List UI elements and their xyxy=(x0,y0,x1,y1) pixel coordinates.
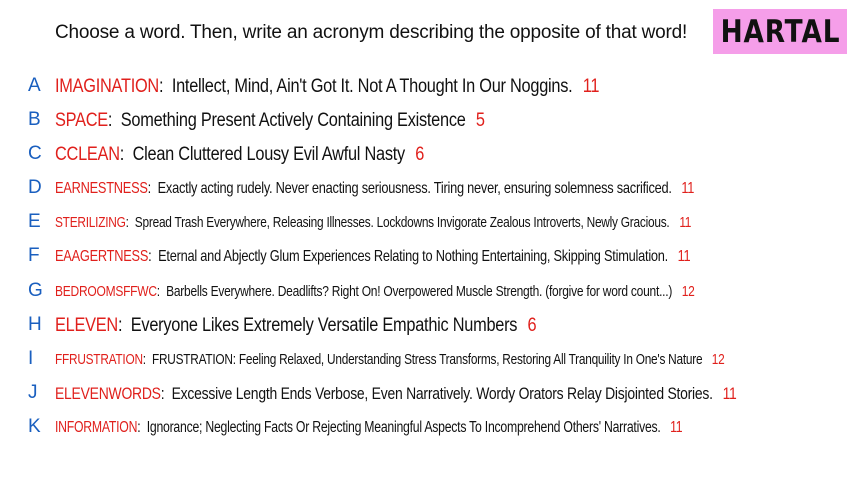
entry-content: ELEVEN: Everyone Likes Extremely Versati… xyxy=(55,315,537,337)
entry-separator: : xyxy=(160,384,172,404)
entry-acronym: Eternal and Abjectly Glum Experiences Re… xyxy=(158,247,669,265)
entry-word-count: 12 xyxy=(681,283,695,301)
entry-separator: : xyxy=(125,214,135,231)
entry-word: EARNESTNESS xyxy=(55,179,148,197)
entry-acronym: Excessive Length Ends Verbose, Even Narr… xyxy=(171,384,713,404)
entry-row: G BEDROOMSFFWC: Barbells Everywhere. Dead… xyxy=(0,278,853,306)
entry-row: D EARNESTNESS: Exactly acting rudely. Nev… xyxy=(0,175,853,203)
entry-row: I FFRUSTRATION: FRUSTRATION: Feeling Rela… xyxy=(0,346,853,374)
entry-word: IMAGINATION xyxy=(55,76,159,98)
entry-separator: : xyxy=(107,110,121,132)
entry-letter: I xyxy=(28,348,34,369)
entry-letter: K xyxy=(28,416,41,437)
entry-acronym: Ignorance; Neglecting Facts Or Rejecting… xyxy=(146,419,661,437)
hartal-logo: HARTAL xyxy=(713,9,847,54)
entry-letter: E xyxy=(28,211,41,232)
entry-letter: B xyxy=(28,109,41,130)
entry-letter: C xyxy=(28,143,42,164)
entry-word-count: 11 xyxy=(722,384,737,404)
entry-content: ELEVENWORDS: Excessive Length Ends Verbo… xyxy=(55,384,737,404)
entry-letter: J xyxy=(28,382,38,403)
entry-content: SPACE: Something Present Actively Contai… xyxy=(55,110,485,132)
entry-word-count: 6 xyxy=(415,144,425,166)
entry-word: BEDROOMSFFWC xyxy=(55,283,157,301)
entry-word-count: 11 xyxy=(582,76,600,98)
entry-letter: F xyxy=(28,245,40,266)
entry-row: H ELEVEN: Everyone Likes Extremely Versat… xyxy=(0,312,853,340)
entry-row: A IMAGINATION: Intellect, Mind, Ain't Got… xyxy=(0,73,853,101)
entry-word-count: 5 xyxy=(475,110,485,132)
prompt-text: Choose a word. Then, write an acronym de… xyxy=(55,22,688,43)
entry-word: STERILIZING xyxy=(55,214,126,231)
entry-separator: : xyxy=(156,283,167,301)
entry-row: J ELEVENWORDS: Excessive Length Ends Verb… xyxy=(0,380,853,408)
entry-letter: G xyxy=(28,280,43,301)
entry-word: EAAGERTNESS xyxy=(55,247,149,265)
entry-row: E STERILIZING: Spread Trash Everywhere, R… xyxy=(0,209,853,237)
entry-letter: A xyxy=(28,75,41,96)
entry-separator: : xyxy=(119,144,133,166)
entry-word-count: 12 xyxy=(711,351,725,369)
entry-acronym: Exactly acting rudely. Never enacting se… xyxy=(157,179,672,197)
entry-acronym: Something Present Actively Containing Ex… xyxy=(120,110,466,132)
entry-letter: H xyxy=(28,314,42,335)
logo-text: HARTAL xyxy=(720,13,840,50)
entry-acronym: FRUSTRATION: Feeling Relaxed, Understand… xyxy=(151,351,703,369)
entry-word: ELEVENWORDS xyxy=(55,384,161,404)
entry-word: FFRUSTRATION xyxy=(55,351,143,369)
entry-word-count: 6 xyxy=(527,315,537,337)
entry-separator: : xyxy=(147,179,158,197)
entry-separator: : xyxy=(117,315,131,337)
entry-content: BEDROOMSFFWC: Barbells Everywhere. Deadl… xyxy=(55,283,695,300)
entry-acronym: Everyone Likes Extremely Versatile Empat… xyxy=(130,315,518,337)
entry-row: C CCLEAN: Clean Cluttered Lousy Evil Awfu… xyxy=(0,141,853,169)
entry-content: EAAGERTNESS: Eternal and Abjectly Glum E… xyxy=(55,247,691,266)
entry-separator: : xyxy=(137,419,147,437)
entry-row: F EAAGERTNESS: Eternal and Abjectly Glum … xyxy=(0,243,853,271)
entry-letter: D xyxy=(28,177,42,198)
entry-content: EARNESTNESS: Exactly acting rudely. Neve… xyxy=(55,180,694,198)
slide: Choose a word. Then, write an acronym de… xyxy=(0,0,853,480)
entry-word: ELEVEN xyxy=(55,315,118,337)
entry-row: K INFORMATION: Ignorance; Neglecting Fact… xyxy=(0,414,853,442)
entry-row: B SPACE: Something Present Actively Conta… xyxy=(0,107,853,135)
entry-content: STERILIZING: Spread Trash Everywhere, Re… xyxy=(55,215,691,231)
entry-content: IMAGINATION: Intellect, Mind, Ain't Got … xyxy=(55,76,599,98)
entry-content: INFORMATION: Ignorance; Neglecting Facts… xyxy=(55,419,683,437)
entry-word: INFORMATION xyxy=(55,419,138,437)
entry-acronym: Spread Trash Everywhere, Releasing Illne… xyxy=(134,214,670,231)
entry-word: SPACE xyxy=(55,110,108,132)
entry-separator: : xyxy=(142,351,152,369)
entry-acronym: Clean Cluttered Lousy Evil Awful Nasty xyxy=(132,144,406,166)
entry-separator: : xyxy=(158,76,172,98)
entry-word-count: 11 xyxy=(677,247,691,265)
entry-word-count: 11 xyxy=(679,214,692,231)
entry-word-count: 11 xyxy=(681,179,695,197)
entry-content: CCLEAN: Clean Cluttered Lousy Evil Awful… xyxy=(55,144,424,166)
entry-separator: : xyxy=(148,247,159,265)
entry-content: FFRUSTRATION: FRUSTRATION: Feeling Relax… xyxy=(55,351,725,368)
entry-acronym: Intellect, Mind, Ain't Got It. Not A Tho… xyxy=(171,76,573,98)
entry-word-count: 11 xyxy=(670,419,683,437)
entry-acronym: Barbells Everywhere. Deadlifts? Right On… xyxy=(166,283,673,301)
entry-word: CCLEAN xyxy=(55,144,120,166)
